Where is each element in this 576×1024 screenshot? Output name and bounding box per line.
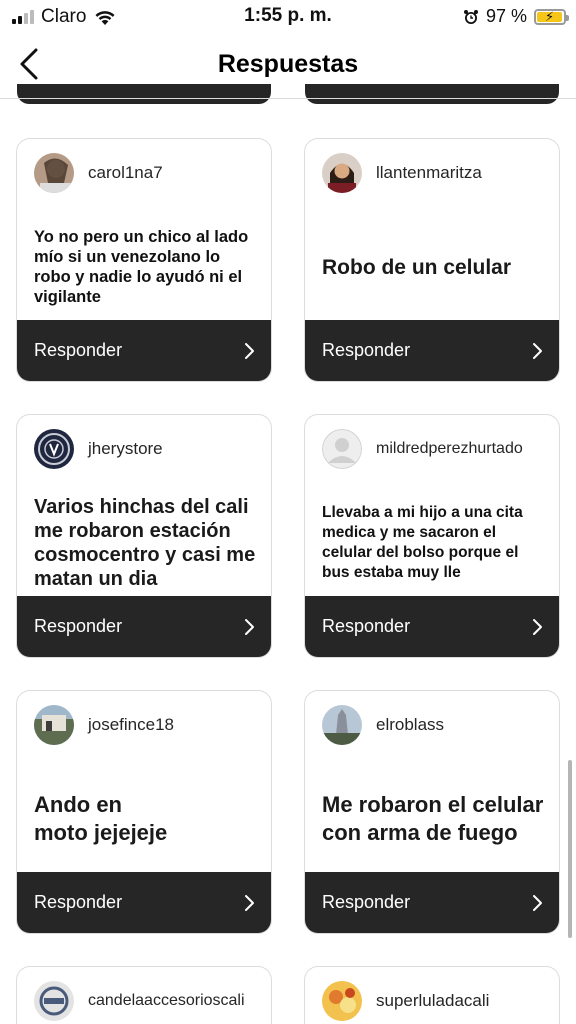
chevron-right-icon bbox=[533, 894, 542, 911]
chevron-right-icon bbox=[533, 618, 542, 635]
reply-card[interactable]: josefince18 Ando en moto jejejeje Respon… bbox=[16, 690, 272, 934]
card-header: carol1na7 bbox=[34, 153, 163, 193]
card-body: Me robaron el celular con arma de fuego bbox=[322, 769, 545, 869]
battery-percent: 97 % bbox=[485, 6, 527, 26]
avatar[interactable] bbox=[322, 153, 362, 193]
username[interactable]: elroblass bbox=[376, 715, 444, 735]
chevron-right-icon bbox=[245, 342, 254, 359]
card-header: elroblass bbox=[322, 705, 444, 745]
reply-text: Me robaron el celular con arma de fuego bbox=[322, 792, 544, 845]
card-header: superluladacali bbox=[322, 981, 489, 1021]
nav-divider bbox=[0, 98, 576, 99]
avatar[interactable] bbox=[34, 429, 74, 469]
username[interactable]: carol1na7 bbox=[88, 163, 163, 183]
respond-label: Responder bbox=[322, 616, 411, 636]
respond-label: Responder bbox=[322, 340, 411, 360]
reply-text: Ando en moto jejejeje bbox=[34, 792, 168, 845]
reply-card[interactable]: elroblass Me robaron el celular con arma… bbox=[304, 690, 560, 934]
chevron-right-icon bbox=[245, 894, 254, 911]
reply-card[interactable]: superluladacali bbox=[304, 966, 560, 1024]
respond-label: Responder bbox=[34, 892, 123, 912]
respond-label: Responder bbox=[34, 340, 123, 360]
reply-card[interactable]: candelaaccesorioscali bbox=[16, 966, 272, 1024]
reply-text: Llevaba a mi hijo a una cita medica y me… bbox=[322, 504, 523, 581]
reply-text: Robo de un celular bbox=[322, 255, 512, 279]
reply-text: Yo no pero un chico al lado mío si un ve… bbox=[34, 228, 249, 306]
respond-button[interactable]: Responder bbox=[305, 872, 559, 933]
avatar[interactable] bbox=[322, 705, 362, 745]
avatar[interactable] bbox=[34, 153, 74, 193]
respond-button[interactable]: Responder bbox=[17, 320, 271, 381]
username[interactable]: llantenmaritza bbox=[376, 163, 482, 183]
reply-text: Varios hinchas del cali me robaron estac… bbox=[34, 496, 256, 590]
card-body: Yo no pero un chico al lado mío si un ve… bbox=[34, 217, 257, 317]
respond-button[interactable]: Responder bbox=[17, 596, 271, 657]
card-body: Robo de un celular bbox=[322, 217, 545, 317]
avatar[interactable] bbox=[34, 705, 74, 745]
chevron-right-icon bbox=[533, 342, 542, 359]
avatar-placeholder[interactable] bbox=[322, 429, 362, 469]
card-body: Llevaba a mi hijo a una cita medica y me… bbox=[322, 493, 545, 593]
status-right: 97 % ⚡ bbox=[463, 6, 569, 27]
avatar[interactable] bbox=[322, 981, 362, 1021]
battery-icon: ⚡ bbox=[534, 8, 569, 25]
respond-button[interactable]: Responder bbox=[305, 596, 559, 657]
username[interactable]: mildredperezhurtado bbox=[376, 440, 523, 458]
username[interactable]: candelaaccesorioscali bbox=[88, 992, 245, 1010]
reply-card[interactable]: mildredperezhurtado Llevaba a mi hijo a … bbox=[304, 414, 560, 658]
card-footer-partial[interactable] bbox=[17, 84, 271, 104]
respond-label: Responder bbox=[34, 616, 123, 636]
chevron-right-icon bbox=[245, 618, 254, 635]
card-header: llantenmaritza bbox=[322, 153, 482, 193]
username[interactable]: superluladacali bbox=[376, 991, 489, 1011]
card-body: Varios hinchas del cali me robaron estac… bbox=[34, 493, 257, 593]
card-footer-partial[interactable] bbox=[305, 84, 559, 104]
card-header: josefince18 bbox=[34, 705, 174, 745]
alarm-icon bbox=[463, 9, 478, 24]
username[interactable]: jherystore bbox=[88, 439, 163, 459]
page-title: Respuestas bbox=[217, 50, 359, 78]
avatar[interactable] bbox=[34, 981, 74, 1021]
reply-card[interactable]: carol1na7 Yo no pero un chico al lado mí… bbox=[16, 138, 272, 382]
reply-card[interactable]: jherystore Varios hinchas del cali me ro… bbox=[16, 414, 272, 658]
card-body: Ando en moto jejejeje bbox=[34, 769, 257, 869]
card-header: mildredperezhurtado bbox=[322, 429, 523, 469]
respond-label: Responder bbox=[322, 892, 411, 912]
respond-button[interactable]: Responder bbox=[17, 872, 271, 933]
respond-button[interactable]: Responder bbox=[305, 320, 559, 381]
card-header: jherystore bbox=[34, 429, 163, 469]
reply-card[interactable]: llantenmaritza Robo de un celular Respon… bbox=[304, 138, 560, 382]
scrollbar[interactable] bbox=[568, 760, 572, 938]
status-bar: Claro 1:55 p. m. 97 % ⚡ bbox=[0, 0, 576, 34]
username[interactable]: josefince18 bbox=[88, 715, 174, 735]
card-header: candelaaccesorioscali bbox=[34, 981, 245, 1021]
